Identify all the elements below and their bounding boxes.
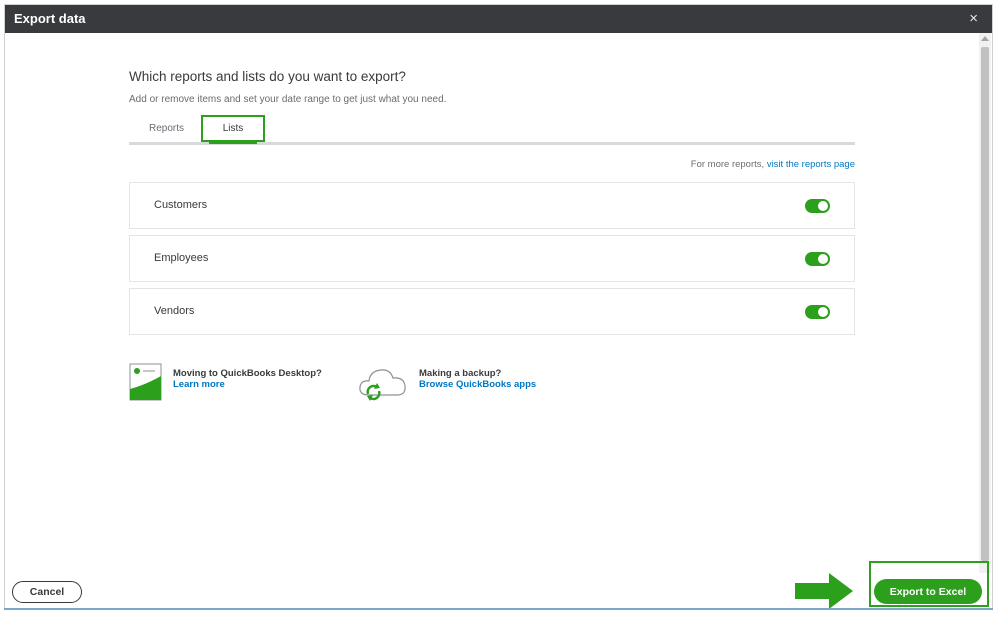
title-bar: Export data × bbox=[5, 5, 992, 33]
vendors-toggle[interactable] bbox=[805, 305, 830, 319]
list-item-label: Customers bbox=[154, 199, 208, 211]
page-subtitle: Add or remove items and set your date ra… bbox=[129, 94, 447, 105]
tab-bar: Reports Lists bbox=[129, 115, 855, 145]
export-to-excel-button[interactable]: Export to Excel bbox=[874, 579, 982, 604]
learn-more-link[interactable]: Learn more bbox=[173, 379, 322, 390]
list-item-vendors: Vendors bbox=[129, 288, 855, 335]
cloud-sync-icon bbox=[359, 369, 406, 401]
list-item-label: Employees bbox=[154, 252, 209, 264]
desktop-doc-icon bbox=[129, 363, 162, 401]
dialog-title: Export data bbox=[14, 11, 86, 26]
dialog-footer: Cancel Export to Excel bbox=[5, 561, 992, 609]
tab-lists[interactable]: Lists bbox=[201, 115, 265, 144]
employees-toggle[interactable] bbox=[805, 252, 830, 266]
promo-backup-title: Making a backup? bbox=[419, 368, 502, 379]
list-item-employees: Employees bbox=[129, 235, 855, 282]
more-reports-text: For more reports, bbox=[690, 159, 767, 170]
more-reports-note: For more reports, visit the reports page bbox=[691, 159, 855, 170]
bottom-divider bbox=[4, 608, 993, 610]
scroll-up-arrow-icon[interactable] bbox=[981, 36, 989, 41]
reports-page-link[interactable]: visit the reports page bbox=[767, 159, 855, 170]
tab-reports[interactable]: Reports bbox=[149, 123, 184, 134]
close-icon[interactable]: × bbox=[969, 10, 978, 27]
export-data-dialog: Export data × Which reports and lists do… bbox=[4, 4, 993, 610]
toggle-knob bbox=[818, 307, 828, 317]
list-item-label: Vendors bbox=[154, 305, 195, 317]
scroll-thumb[interactable] bbox=[981, 47, 989, 561]
page-title: Which reports and lists do you want to e… bbox=[129, 69, 406, 84]
toggle-knob bbox=[818, 254, 828, 264]
cancel-button[interactable]: Cancel bbox=[12, 581, 82, 603]
browse-apps-link[interactable]: Browse QuickBooks apps bbox=[419, 379, 536, 390]
list-item-customers: Customers bbox=[129, 182, 855, 229]
toggle-knob bbox=[818, 201, 828, 211]
promo-desktop-title: Moving to QuickBooks Desktop? bbox=[173, 368, 322, 379]
arrow-right-icon bbox=[795, 573, 853, 609]
vertical-scrollbar[interactable] bbox=[979, 33, 991, 573]
customers-toggle[interactable] bbox=[805, 199, 830, 213]
